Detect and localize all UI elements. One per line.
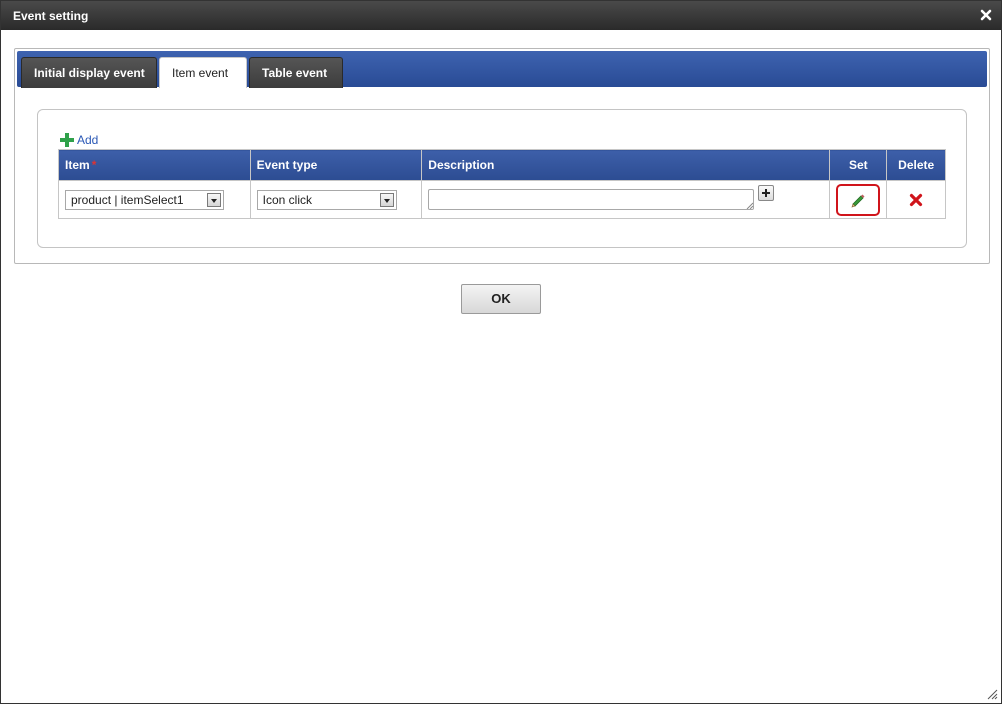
header-delete: Delete	[886, 149, 946, 181]
event-type-select-value: Icon click	[262, 192, 312, 207]
tab-initial-display-event[interactable]: Initial display event	[21, 57, 157, 88]
tab-bar: Initial display event Item event Table e…	[17, 51, 987, 88]
dialog-resize-grip-icon[interactable]	[986, 688, 998, 700]
cell-event-type: Icon click	[249, 180, 423, 219]
item-select[interactable]: product | itemSelect1	[65, 189, 224, 210]
event-type-select[interactable]: Icon click	[256, 189, 397, 210]
pencil-icon	[851, 194, 865, 207]
table-row: product | itemSelect1 Icon click	[58, 180, 946, 219]
close-icon[interactable]	[979, 8, 993, 22]
dialog-title: Event setting	[13, 9, 89, 23]
event-setting-dialog: Event setting Initial display event Item…	[0, 0, 1002, 704]
add-link[interactable]: Add	[60, 132, 98, 148]
header-event-type: Event type	[249, 149, 423, 181]
cell-item: product | itemSelect1	[58, 180, 251, 219]
plus-icon	[60, 133, 74, 147]
table-header-row: Item * Event type Description Set Delete	[58, 149, 946, 181]
header-item: Item *	[58, 149, 251, 181]
chevron-down-icon[interactable]	[207, 192, 221, 207]
required-mark: *	[91, 158, 97, 172]
cell-delete	[886, 180, 946, 219]
chevron-down-icon[interactable]	[379, 192, 394, 207]
item-event-table: Item * Event type Description Set Delete …	[58, 149, 946, 219]
description-input[interactable]	[428, 188, 755, 210]
cell-description	[421, 180, 831, 219]
tab-item-event[interactable]: Item event	[159, 57, 247, 88]
tab-panel: Initial display event Item event Table e…	[14, 48, 990, 264]
expand-description-button[interactable]	[758, 184, 775, 201]
tab-table-event[interactable]: Table event	[249, 57, 343, 88]
header-description: Description	[421, 149, 831, 181]
set-button[interactable]	[836, 183, 881, 216]
description-wrapper	[428, 184, 823, 212]
cell-set	[829, 180, 888, 219]
item-select-value: product | itemSelect1	[71, 192, 184, 207]
dialog-titlebar[interactable]: Event setting	[1, 1, 1001, 30]
header-set: Set	[829, 149, 888, 181]
ok-button[interactable]: OK	[461, 284, 541, 314]
delete-x-icon[interactable]	[909, 193, 923, 207]
add-link-label: Add	[77, 133, 99, 147]
item-event-section: Add Item * Event type Description Set De…	[37, 109, 967, 248]
